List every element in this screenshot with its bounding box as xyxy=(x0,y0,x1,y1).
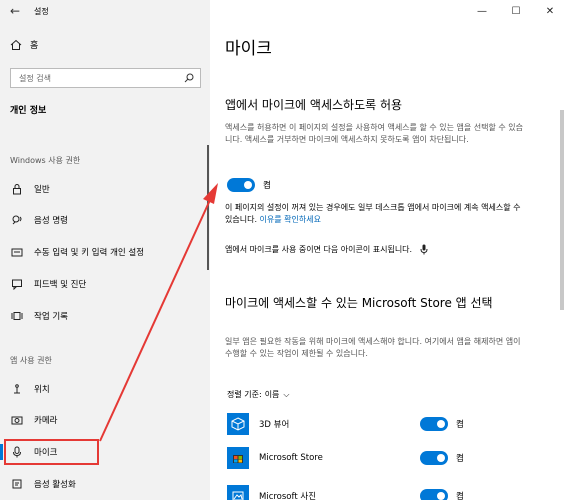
maximize-button[interactable]: ☐ xyxy=(499,0,533,22)
sort-label: 정렬 기준: xyxy=(227,390,262,399)
allow-toggle-row[interactable]: 켬 xyxy=(227,178,271,192)
sidebar: ← 설정 홈 설정 검색 개인 정보 Windows 사용 권한 일반 음성 명… xyxy=(0,0,210,500)
sidebar-item-label: 피드백 및 진단 xyxy=(34,280,87,290)
search-input[interactable]: 설정 검색 xyxy=(10,68,201,88)
allow-toggle[interactable] xyxy=(227,178,255,192)
highlight-box xyxy=(4,439,99,465)
pen-keyboard-icon xyxy=(10,245,24,259)
3d-viewer-icon xyxy=(227,413,249,435)
sidebar-item-voice[interactable]: 음성 명령 xyxy=(0,208,210,232)
sidebar-item-timeline[interactable]: 작업 기록 xyxy=(0,304,210,328)
active-indicator xyxy=(0,444,3,460)
window-title: 설정 xyxy=(34,6,49,16)
main-scrollbar[interactable] xyxy=(560,110,564,310)
sidebar-item-label: 일반 xyxy=(34,185,50,195)
lock-icon xyxy=(10,182,24,196)
app-name: Microsoft 사진 xyxy=(259,492,317,500)
allow-toggle-state: 켬 xyxy=(263,181,271,191)
sidebar-item-feedback[interactable]: 피드백 및 진단 xyxy=(0,272,210,296)
sidebar-item-label: 수동 입력 및 키 입력 개인 설정 xyxy=(34,248,145,258)
app-toggle[interactable] xyxy=(420,451,448,465)
window-controls: — ☐ ✕ xyxy=(465,0,567,22)
sidebar-item-inking[interactable]: 수동 입력 및 키 입력 개인 설정 xyxy=(0,240,210,264)
microphone-icon xyxy=(420,244,428,255)
app-name: 3D 뷰어 xyxy=(259,420,290,430)
voice-icon xyxy=(10,213,24,227)
camera-icon xyxy=(10,413,24,427)
sidebar-item-voice-activation[interactable]: 음성 활성화 xyxy=(0,472,210,496)
app-toggle-row[interactable]: 켬 xyxy=(420,451,464,465)
info-text-block: 이 페이지의 설정이 꺼져 있는 경우에도 일부 데스크톱 앱에서 마이크에 계… xyxy=(225,202,525,226)
store-icon xyxy=(227,447,249,469)
page-title: 마이크 xyxy=(225,39,272,59)
app-toggle-state: 켬 xyxy=(456,454,464,464)
sidebar-item-camera[interactable]: 카메라 xyxy=(0,408,210,432)
app-toggle-row[interactable]: 켬 xyxy=(420,417,464,431)
sidebar-item-location[interactable]: 위치 xyxy=(0,377,210,401)
sidebar-scrollbar[interactable] xyxy=(207,145,209,270)
photos-icon xyxy=(227,485,249,500)
home-icon xyxy=(10,39,22,50)
voice-activation-icon xyxy=(10,477,24,491)
app-toggle-row[interactable]: 켬 xyxy=(420,489,464,500)
store-heading: 마이크에 액세스할 수 있는 Microsoft Store 앱 선택 xyxy=(225,296,493,310)
minimize-button[interactable]: — xyxy=(465,0,499,22)
app-toggle[interactable] xyxy=(420,489,448,500)
app-row-3d-viewer: 3D 뷰어 켬 xyxy=(227,409,472,439)
app-row-microsoft-store: Microsoft Store 켬 xyxy=(227,443,472,473)
feedback-icon xyxy=(10,277,24,291)
close-button[interactable]: ✕ xyxy=(533,0,567,22)
app-toggle-state: 켬 xyxy=(456,420,464,430)
sidebar-item-label: 음성 활성화 xyxy=(34,480,76,490)
sidebar-item-label: 카메라 xyxy=(34,416,58,426)
reason-link[interactable]: 이유를 확인하세요 xyxy=(260,215,321,224)
sort-dropdown[interactable]: 정렬 기준: 이름 ⌵ xyxy=(227,389,290,400)
allow-description: 액세스를 허용하면 이 페이지의 설정을 사용하여 액세스를 할 수 있는 앱을… xyxy=(225,123,524,144)
home-label: 홈 xyxy=(30,41,39,51)
app-toggle[interactable] xyxy=(420,417,448,431)
group-label-windows: Windows 사용 권한 xyxy=(10,156,81,165)
sort-value: 이름 xyxy=(264,390,280,399)
title-bar: ← 설정 xyxy=(0,0,210,22)
search-placeholder: 설정 검색 xyxy=(19,73,51,83)
mic-note-text: 앱에서 마이크를 사용 중이면 다음 아이콘이 표시됩니다. xyxy=(225,245,413,254)
timeline-icon xyxy=(10,309,24,323)
mic-note: 앱에서 마이크를 사용 중이면 다음 아이콘이 표시됩니다. xyxy=(225,244,428,255)
sidebar-item-label: 음성 명령 xyxy=(34,216,68,226)
group-label-apps: 앱 사용 권한 xyxy=(10,356,52,365)
app-toggle-state: 켬 xyxy=(456,492,464,500)
app-row-microsoft-photos: Microsoft 사진 켬 xyxy=(227,481,472,500)
section-title: 개인 정보 xyxy=(10,106,47,116)
search-icon xyxy=(184,73,194,83)
sidebar-home[interactable]: 홈 xyxy=(10,38,38,51)
location-icon xyxy=(10,382,24,396)
back-arrow-icon[interactable]: ← xyxy=(0,4,30,18)
app-name: Microsoft Store xyxy=(259,453,323,463)
sidebar-item-label: 위치 xyxy=(34,385,50,395)
sidebar-item-label: 작업 기록 xyxy=(34,312,68,322)
sidebar-item-general[interactable]: 일반 xyxy=(0,177,210,201)
chevron-down-icon: ⌵ xyxy=(283,389,290,399)
main-pane: — ☐ ✕ 마이크 앱에서 마이크에 액세스하도록 허용 액세스를 허용하면 이… xyxy=(210,0,567,500)
allow-heading: 앱에서 마이크에 액세스하도록 허용 xyxy=(225,98,403,112)
store-description: 일부 앱은 필요한 작동을 위해 마이크에 액세스해야 합니다. 여기에서 앱을… xyxy=(225,337,521,358)
